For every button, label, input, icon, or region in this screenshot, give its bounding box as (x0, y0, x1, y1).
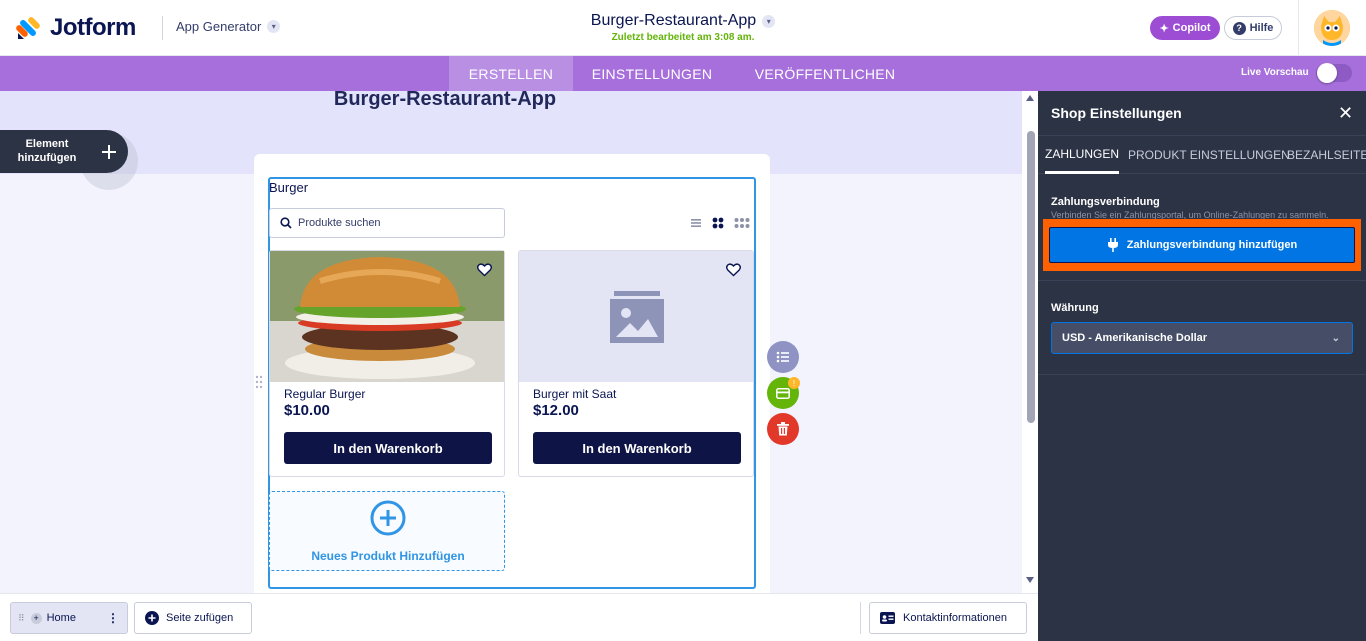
scroll-up-icon[interactable] (1026, 95, 1034, 101)
tab-veroeffentlichen[interactable]: VERÖFFENTLICHEN (731, 56, 919, 91)
add-element-label: Element hinzufügen (17, 138, 77, 164)
add-payment-connection-button[interactable]: Zahlungsverbindung hinzufügen (1049, 227, 1355, 263)
image-placeholder (519, 251, 753, 382)
add-page-label: Seite zufügen (166, 612, 234, 624)
product-card[interactable]: Burger mit Saat $12.00 In den Warenkorb (518, 250, 754, 477)
burger-image (270, 251, 504, 382)
add-circle-icon (370, 500, 406, 536)
tab-produkt-einstellungen[interactable]: PRODUKT EINSTELLUNGEN (1128, 136, 1290, 174)
divider (1298, 0, 1299, 56)
add-payment-connection-label: Zahlungsverbindung hinzufügen (1126, 239, 1298, 251)
add-to-cart-button[interactable]: In den Warenkorb (533, 432, 741, 464)
canvas-scrollbar[interactable] (1022, 91, 1038, 593)
avatar-image (1314, 10, 1350, 46)
trash-icon (777, 422, 789, 436)
plus-icon (102, 145, 116, 159)
list-icon (776, 351, 789, 363)
image-placeholder-icon (610, 291, 664, 343)
credit-card-icon (776, 387, 790, 399)
add-product-button[interactable]: Neues Produkt Hinzufügen (269, 491, 505, 571)
live-preview-toggle[interactable] (1316, 63, 1352, 83)
divider (860, 602, 861, 634)
contact-card-icon (880, 612, 895, 624)
view-mode-switcher (690, 217, 750, 229)
avatar[interactable] (1314, 10, 1350, 46)
product-card[interactable]: Regular Burger $10.00 In den Warenkorb (269, 250, 505, 477)
contact-info-button[interactable]: Kontaktinformationen (869, 602, 1027, 634)
currency-label: Währung (1051, 302, 1099, 314)
burger-photo (270, 251, 504, 382)
panel-tabs: ZAHLUNGEN PRODUKT EINSTELLUNGEN BEZAHLSE… (1038, 135, 1366, 174)
drag-handle-icon[interactable] (255, 375, 263, 389)
warning-badge: ! (788, 377, 800, 389)
main-nav: ERSTELLEN EINSTELLUNGEN VERÖFFENTLICHEN … (0, 56, 1366, 91)
grid-3-view-icon[interactable] (734, 217, 750, 229)
copilot-button[interactable]: ✦ Copilot (1150, 16, 1220, 40)
heart-icon[interactable] (726, 263, 741, 277)
list-view-icon[interactable] (690, 217, 702, 229)
page-tab-home[interactable]: ⠿ + Home ⋮ (10, 602, 128, 634)
app-title-dropdown[interactable]: Burger-Restaurant-App ▾ (590, 12, 776, 30)
add-product-label: Neues Produkt Hinzufügen (311, 549, 465, 563)
product-name: Burger mit Saat (533, 387, 617, 401)
search-icon (280, 217, 292, 229)
page-label: Home (46, 612, 76, 624)
panel-title: Shop Einstellungen (1051, 105, 1182, 121)
toggle-knob (1317, 63, 1337, 83)
help-button[interactable]: ? Hilfe (1224, 16, 1282, 40)
product-name: Regular Burger (284, 387, 366, 401)
product-price: $12.00 (533, 402, 579, 419)
tab-bezahlseite[interactable]: BEZAHLSEITE (1287, 136, 1366, 174)
help-label: Hilfe (1249, 22, 1274, 34)
page-icon: + (30, 612, 42, 624)
tab-erstellen[interactable]: ERSTELLEN (449, 56, 573, 91)
question-icon: ? (1232, 21, 1246, 35)
more-options-icon[interactable]: ⋮ (107, 611, 119, 625)
chevron-down-icon: ▾ (762, 14, 776, 28)
delete-button[interactable] (767, 413, 799, 445)
search-placeholder: Produkte suchen (298, 217, 381, 229)
currency-value: USD - Amerikanische Dollar (1062, 332, 1208, 344)
product-search-input[interactable]: Produkte suchen (269, 208, 505, 238)
builder-canvas: Burger-Restaurant-App Element hinzufügen… (0, 91, 1022, 593)
heart-icon[interactable] (477, 263, 492, 277)
scroll-thumb[interactable] (1027, 131, 1035, 423)
shop-settings-panel: Shop Einstellungen ✕ ZAHLUNGEN PRODUKT E… (1038, 91, 1366, 641)
tab-einstellungen[interactable]: EINSTELLUNGEN (573, 56, 731, 91)
add-to-cart-button[interactable]: In den Warenkorb (284, 432, 492, 464)
properties-button[interactable] (767, 341, 799, 373)
contact-info-label: Kontaktinformationen (903, 612, 1007, 624)
copilot-label: Copilot (1172, 22, 1211, 34)
grid-2-view-icon[interactable] (712, 217, 724, 229)
tab-zahlungen[interactable]: ZAHLUNGEN (1045, 136, 1120, 174)
sparkle-icon: ✦ (1159, 22, 1169, 35)
chevron-down-icon: ⌄ (1331, 332, 1340, 344)
canvas-app-title: Burger-Restaurant-App (333, 91, 557, 110)
top-bar: Jotform App Generator ▾ Burger-Restauran… (0, 0, 1366, 56)
app-title: Burger-Restaurant-App (590, 12, 757, 29)
currency-select[interactable]: USD - Amerikanische Dollar ⌄ (1051, 322, 1353, 354)
add-page-button[interactable]: Seite zufügen (134, 602, 252, 634)
page-bar: ⠿ + Home ⋮ Seite zufügen Kontaktinformat… (0, 593, 1038, 641)
plug-icon (1107, 238, 1118, 252)
product-price: $10.00 (284, 402, 330, 419)
widget-heading: Burger (269, 180, 309, 195)
drag-handle-icon[interactable]: ⠿ (18, 613, 25, 624)
add-element-button[interactable]: Element hinzufügen (0, 130, 128, 173)
plus-circle-icon (145, 611, 159, 625)
scroll-down-icon[interactable] (1026, 577, 1034, 583)
payment-section-label: Zahlungsverbindung (1051, 196, 1160, 208)
close-icon[interactable]: ✕ (1338, 103, 1353, 124)
live-preview-label: Live Vorschau (1241, 67, 1309, 78)
